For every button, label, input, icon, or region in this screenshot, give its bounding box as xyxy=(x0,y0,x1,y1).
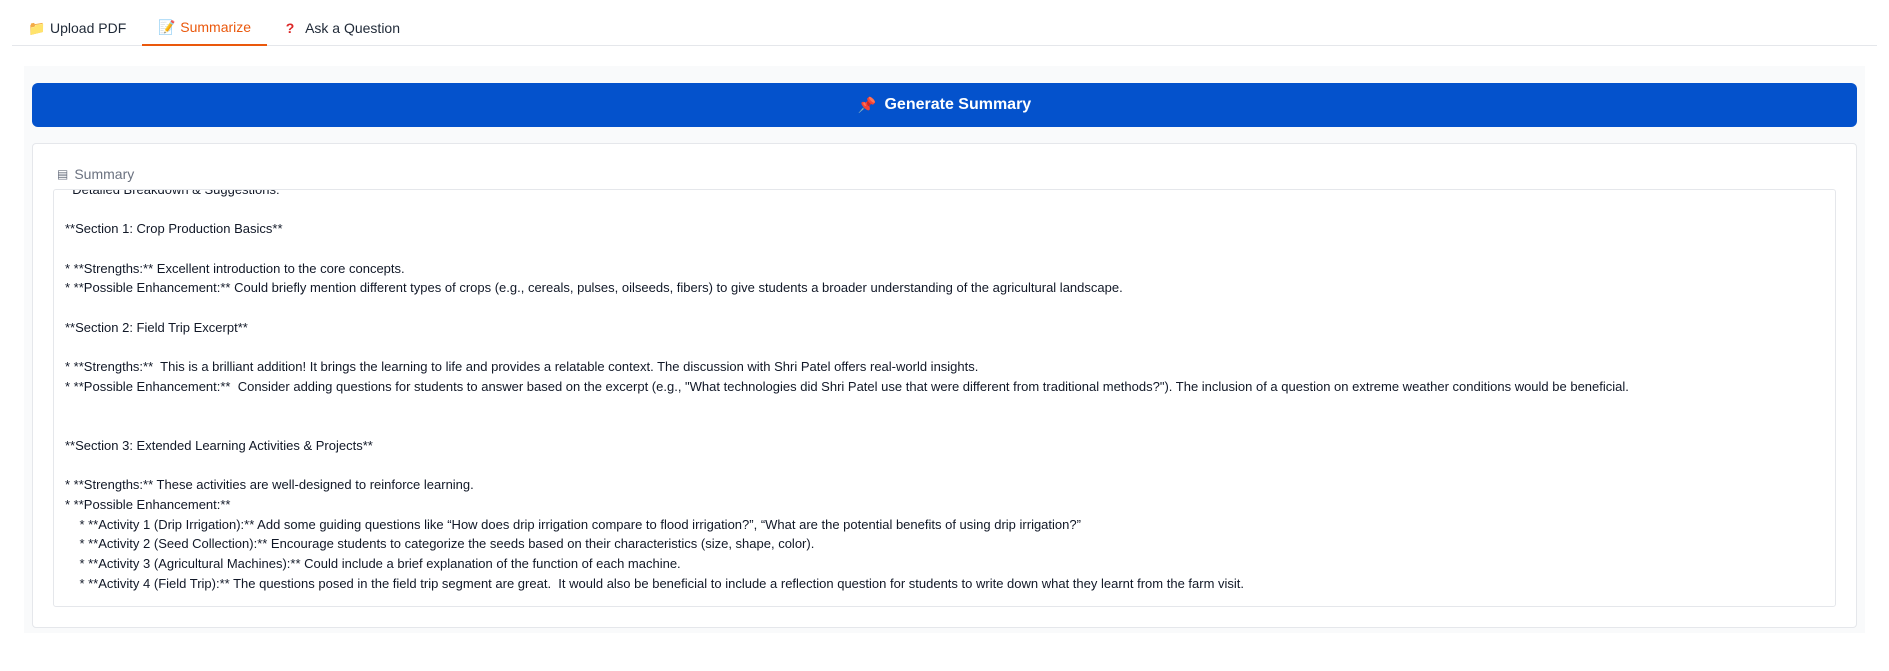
summary-line: **Section 1: Crop Production Basics** xyxy=(65,221,283,237)
summary-line: * **Possible Enhancement:** xyxy=(65,497,231,512)
summary-line: * **Activity 3 (Agricultural Machines):*… xyxy=(65,556,681,572)
generate-summary-label: Generate Summary xyxy=(884,96,1032,113)
summary-line: * **Strengths:** These activities are we… xyxy=(65,477,474,493)
summary-line: Detailed Breakdown & Suggestions: xyxy=(65,189,280,197)
summary-line xyxy=(65,397,1825,417)
summary-line: **Section 3: Extended Learning Activitie… xyxy=(65,437,373,453)
tab-ask-question[interactable]: ? Ask a Question xyxy=(267,10,416,46)
tab-label: Ask a Question xyxy=(305,20,400,36)
summary-label: ▤ Summary xyxy=(57,166,134,182)
tab-upload-pdf[interactable]: 📁 Upload PDF xyxy=(12,10,142,46)
memo-icon: 📝 xyxy=(158,18,176,35)
tab-summarize[interactable]: 📝 Summarize xyxy=(142,10,268,46)
summary-line: **Section 2: Field Trip Excerpt** xyxy=(65,319,248,335)
folder-icon: 📁 xyxy=(28,19,46,36)
summary-line: * **Strengths:** This is a brilliant add… xyxy=(65,359,979,375)
summary-line: * **Possible Enhancement:** Could briefl… xyxy=(65,280,1123,296)
pushpin-icon: 📌 xyxy=(857,97,877,114)
summary-line xyxy=(65,338,1825,358)
summary-text: Detailed Breakdown & Suggestions: **Secti… xyxy=(65,189,1825,593)
summary-line xyxy=(65,416,1825,436)
summary-line xyxy=(65,298,1825,318)
tab-label: Upload PDF xyxy=(50,20,127,36)
summary-line xyxy=(65,456,1825,476)
tab-label: Summarize xyxy=(180,19,252,35)
summary-line: * **Activity 1 (Drip Irrigation):** Add … xyxy=(65,516,1081,532)
question-icon: ? xyxy=(285,20,295,36)
summary-textarea[interactable]: Detailed Breakdown & Suggestions: **Secti… xyxy=(53,189,1836,607)
summary-line: * **Activity 2 (Seed Collection):** Enco… xyxy=(65,536,815,552)
generate-summary-button[interactable]: 📌 Generate Summary xyxy=(32,83,1857,127)
summarize-panel: 📌 Generate Summary ▤ Summary Detailed Br… xyxy=(24,66,1865,633)
summary-line xyxy=(65,239,1825,259)
summary-line xyxy=(65,200,1825,220)
summary-line: * **Activity 4 (Field Trip):** The quest… xyxy=(65,575,1245,591)
summary-line: * **Strengths:** Excellent introduction … xyxy=(65,260,405,276)
tab-bar: 📁 Upload PDF 📝 Summarize ? Ask a Questio… xyxy=(12,10,1877,46)
document-icon: ▤ xyxy=(57,167,69,181)
summary-output: ▤ Summary Detailed Breakdown & Suggestio… xyxy=(32,143,1857,628)
summary-line: * **Possible Enhancement:** Consider add… xyxy=(65,378,1629,394)
summary-label-text: Summary xyxy=(74,166,135,182)
